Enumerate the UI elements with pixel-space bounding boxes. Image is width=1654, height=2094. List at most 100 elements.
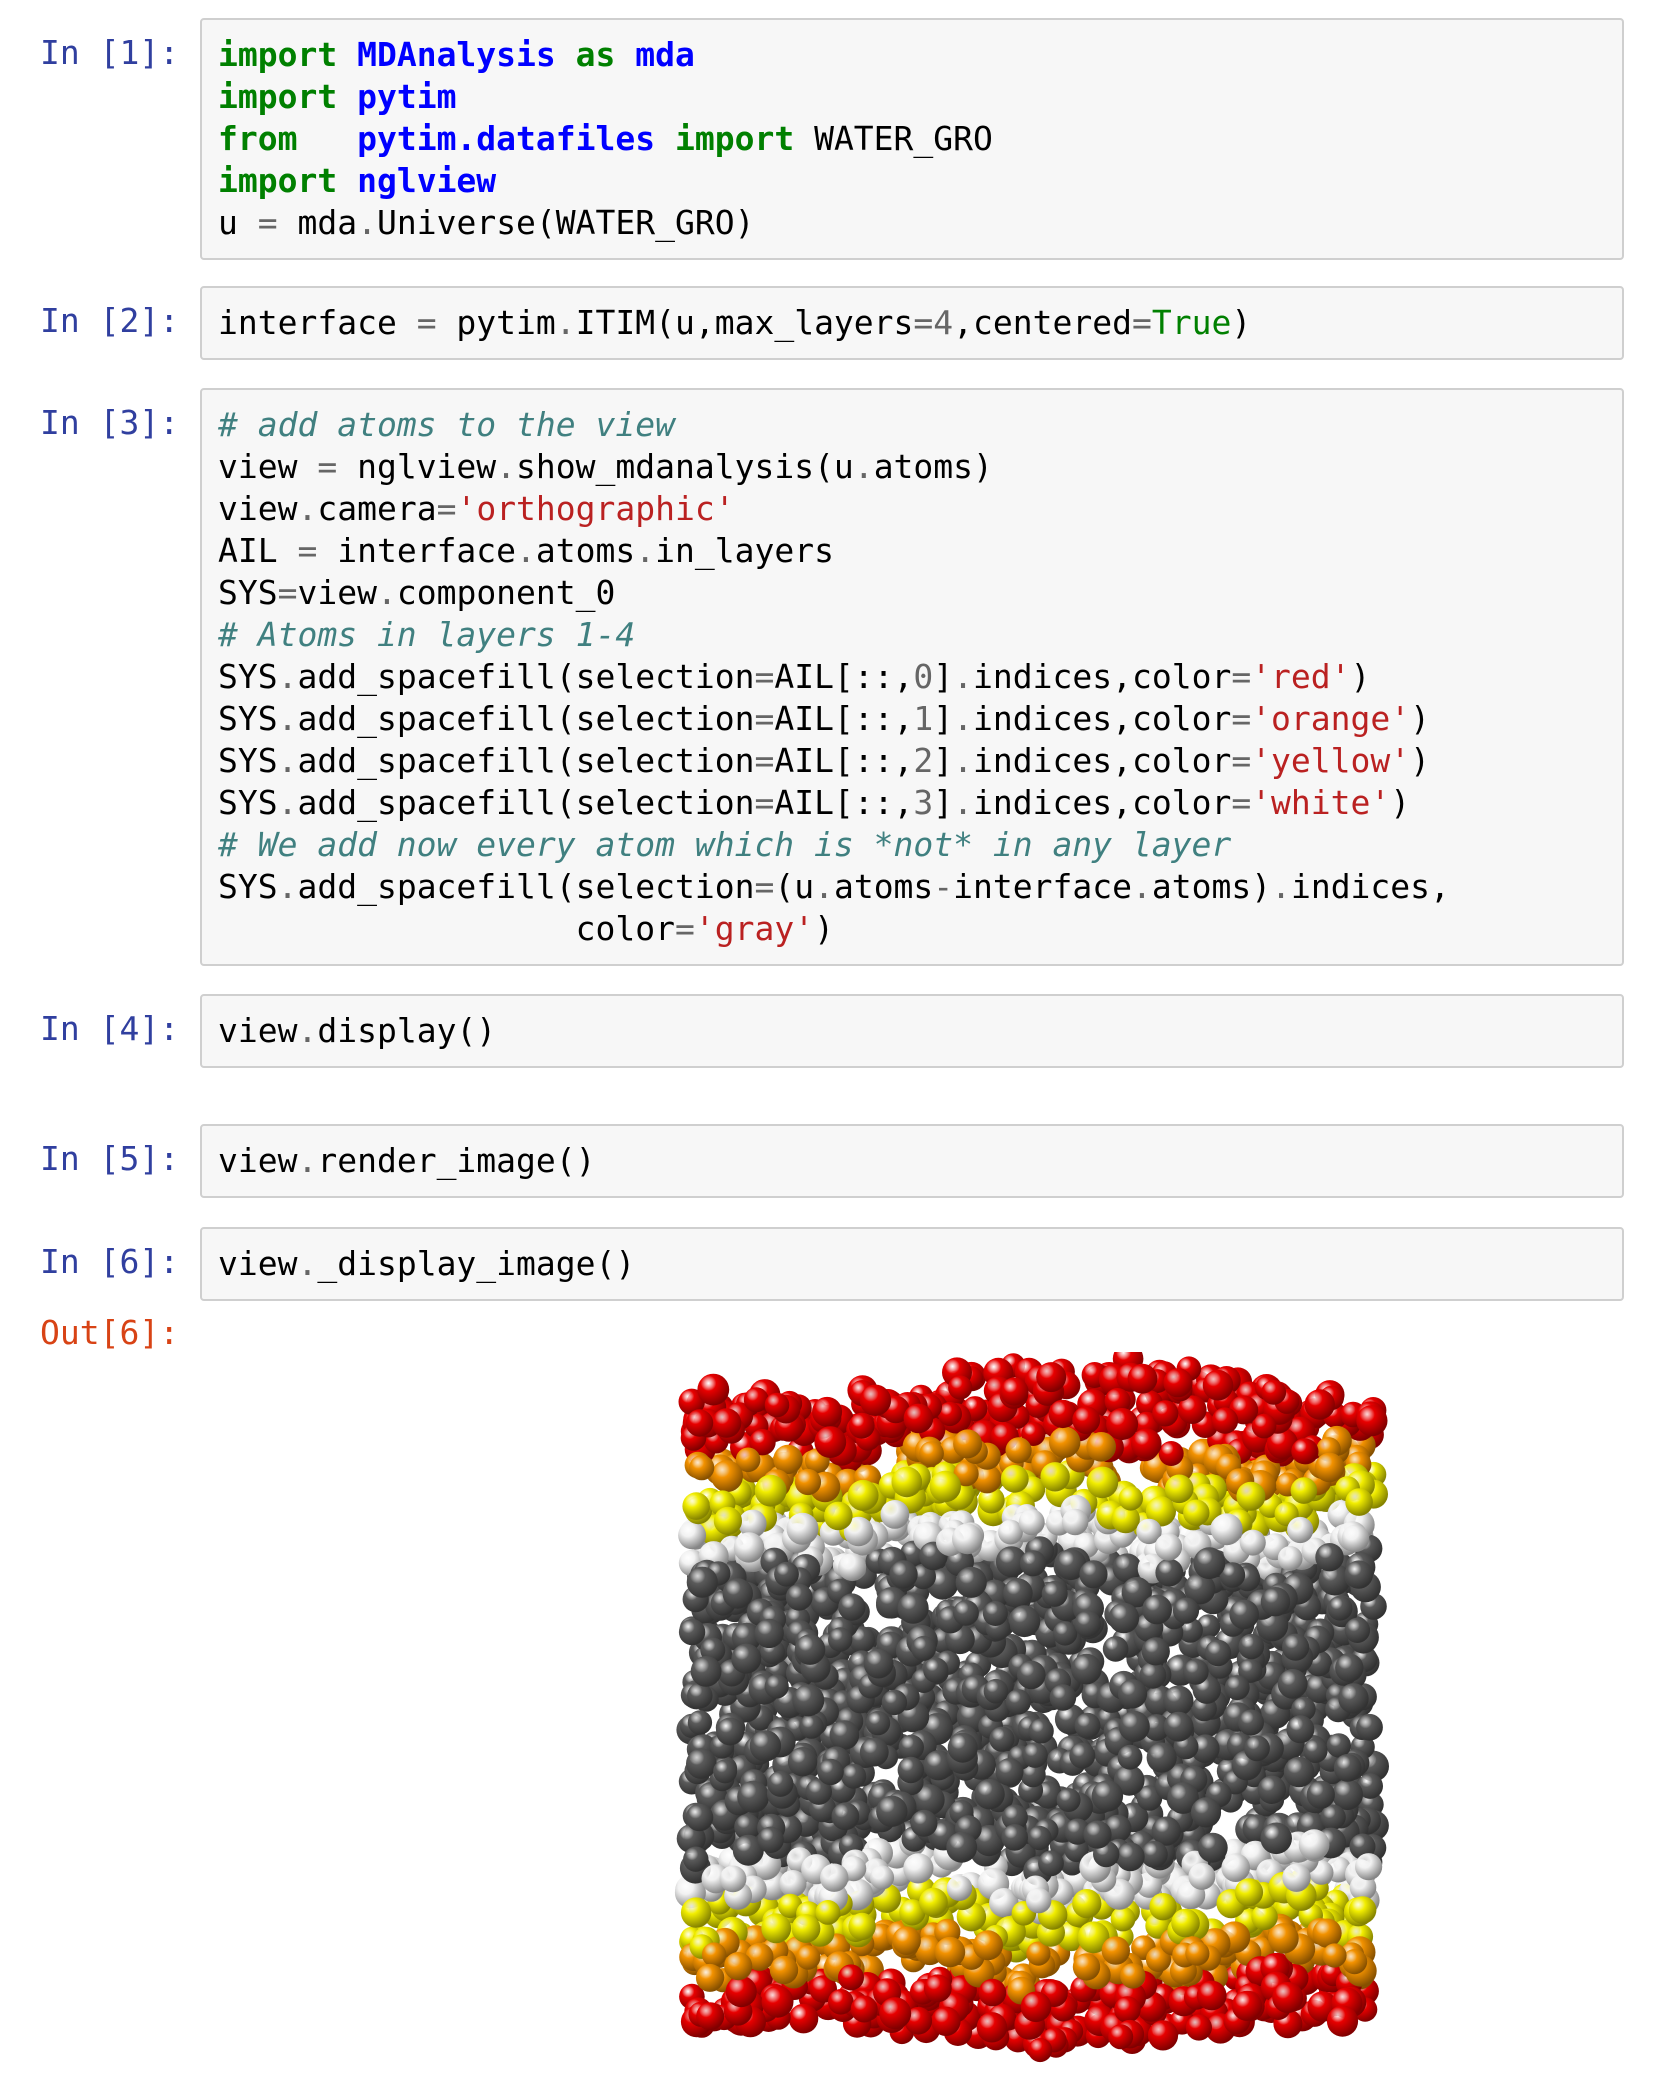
output-prompt: Out[6]:	[40, 1313, 180, 1352]
atom-sphere	[686, 1566, 718, 1598]
input-prompt: In [5]:	[40, 1139, 180, 1178]
atom-sphere	[1172, 1597, 1200, 1624]
code-token: interface	[218, 303, 417, 342]
atom-sphere	[1048, 1399, 1077, 1429]
code-token: =	[913, 303, 934, 342]
atom-sphere	[976, 2012, 1008, 2043]
code-token: ITIM(u,max_layers	[575, 303, 914, 342]
atom-sphere	[1091, 1780, 1124, 1812]
atom-sphere	[761, 1913, 792, 1944]
atom-sphere	[847, 1479, 879, 1511]
code-token: display()	[317, 1011, 497, 1050]
atom-sphere	[1185, 2014, 1212, 2041]
atom-sphere	[794, 1634, 826, 1665]
atom-sphere	[1086, 1466, 1119, 1499]
atom-sphere	[724, 1952, 753, 1981]
atom-sphere	[1146, 1742, 1177, 1773]
code-line: AIL = interface.atoms.in_layers	[218, 530, 1622, 572]
code-token: camera	[317, 489, 437, 528]
code-editor[interactable]: import MDAnalysis as mda import pytim from…	[200, 18, 1624, 260]
code-token: 'red'	[1251, 657, 1351, 696]
atom-sphere	[953, 1600, 979, 1626]
code-token: import	[218, 35, 338, 74]
code-token: .	[297, 1011, 318, 1050]
atom-sphere	[1238, 1633, 1265, 1660]
code-editor[interactable]: # add atoms to the view view = nglview.sh…	[200, 388, 1624, 966]
atom-sphere	[989, 1726, 1015, 1752]
atom-sphere	[1028, 1718, 1054, 1744]
code-token: 'gray'	[694, 909, 815, 948]
code-token: component_0	[396, 573, 616, 612]
atom-sphere	[814, 1426, 847, 1458]
atom-sphere	[754, 1618, 784, 1649]
atom-sphere	[713, 1506, 742, 1535]
code-token: .	[1271, 867, 1291, 906]
code-token: 3	[913, 783, 934, 822]
atom-sphere	[946, 1831, 978, 1863]
atom-sphere	[695, 1963, 724, 1992]
code-token: view	[218, 447, 318, 486]
code-token: True	[1151, 303, 1232, 342]
code-token: .	[953, 741, 974, 780]
atom-sphere	[1114, 1996, 1141, 2023]
atom-sphere	[1236, 1481, 1266, 1511]
code-token: =	[416, 303, 437, 342]
atom-sphere	[1056, 1788, 1081, 1812]
code-token: 2	[913, 741, 934, 780]
atom-sphere	[838, 1964, 864, 1991]
atom-sphere	[1118, 1710, 1150, 1742]
atom-sphere	[1290, 1477, 1318, 1504]
code-token: AIL	[218, 531, 298, 570]
atom-sphere	[824, 1501, 853, 1531]
code-token: .	[1131, 867, 1152, 906]
atom-sphere	[680, 1897, 712, 1928]
code-line: SYS=view.component_0	[218, 572, 1622, 614]
atom-sphere	[1231, 1990, 1263, 2021]
atom-sphere	[1314, 1452, 1345, 1483]
atom-sphere	[1108, 2024, 1134, 2050]
atom-sphere	[1017, 1660, 1046, 1690]
code-token: .	[953, 783, 974, 822]
code-editor[interactable]: view.display()	[200, 994, 1624, 1068]
atom-sphere	[686, 1748, 717, 1779]
code-token: =	[754, 699, 775, 738]
code-editor[interactable]: interface = pytim.ITIM(u,max_layers=4,ce…	[200, 286, 1624, 360]
atom-sphere	[892, 1926, 921, 1955]
atom-sphere	[689, 1455, 715, 1481]
code-token: interface	[317, 531, 517, 570]
atom-sphere	[1260, 1587, 1291, 1617]
atom-sphere	[1272, 1982, 1304, 2013]
code-editor[interactable]: view.render_image()	[200, 1124, 1624, 1198]
code-token: in_layers	[655, 531, 834, 570]
atom-sphere	[1052, 1621, 1078, 1646]
atom-sphere	[1117, 1744, 1143, 1770]
atom-sphere	[749, 1730, 782, 1762]
atom-sphere	[995, 1758, 1024, 1786]
atom-sphere	[848, 1412, 875, 1439]
atom-sphere	[1005, 1689, 1031, 1715]
atom-sphere	[1348, 1896, 1377, 1924]
atom-sphere	[1074, 1610, 1101, 1638]
code-token: .	[297, 489, 318, 528]
atom-sphere	[1164, 1474, 1194, 1504]
atom-sphere	[716, 1717, 745, 1746]
code-token: =	[754, 867, 775, 906]
code-token: u	[218, 203, 258, 242]
atom-sphere	[754, 1474, 787, 1507]
atom-sphere	[1040, 1462, 1070, 1492]
atom-sphere	[1282, 1633, 1310, 1661]
code-line: import MDAnalysis as mda	[218, 34, 1622, 76]
atom-sphere	[838, 1593, 866, 1621]
atom-sphere	[1074, 1712, 1101, 1739]
atom-sphere	[1283, 1756, 1315, 1788]
input-prompt: In [4]:	[40, 1009, 180, 1048]
atom-sphere	[687, 1682, 713, 1709]
code-editor[interactable]: view._display_image()	[200, 1227, 1624, 1301]
atom-sphere	[889, 1560, 918, 1589]
atom-sphere	[1190, 1797, 1222, 1828]
atom-sphere	[1019, 1550, 1047, 1577]
atom-sphere	[1196, 1980, 1227, 2011]
code-token: 'orthographic'	[456, 489, 735, 528]
code-token: =	[436, 489, 457, 528]
atom-sphere	[891, 1466, 923, 1498]
